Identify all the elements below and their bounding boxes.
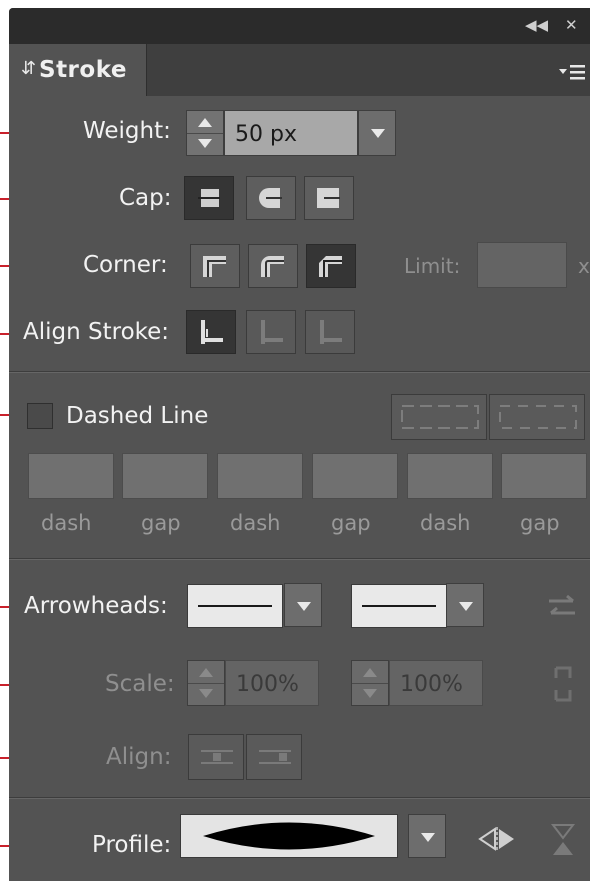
limit-label: Limit: <box>404 254 461 278</box>
swap-arrowheads-icon[interactable] <box>545 592 579 622</box>
align-stroke-inside-button[interactable] <box>246 310 296 354</box>
scale-label: Scale: <box>105 671 175 697</box>
dash-align-icon <box>499 405 577 429</box>
section-divider <box>9 371 590 373</box>
gap-field-label: gap <box>141 511 181 535</box>
align-outside-icon <box>320 320 342 344</box>
scale-start-stepper[interactable] <box>187 660 225 706</box>
panel-menu-icon[interactable] <box>558 64 586 82</box>
arrow-beyond-path-icon <box>201 750 233 764</box>
stepper-down-icon[interactable] <box>363 689 377 698</box>
limit-field[interactable] <box>477 242 567 288</box>
cap-projecting-button[interactable] <box>304 176 354 220</box>
cap-round-button[interactable] <box>246 176 296 220</box>
corner-bevel-button[interactable] <box>306 244 356 288</box>
align-stroke-center-button[interactable] <box>186 310 236 354</box>
chevron-down-icon <box>421 833 435 842</box>
arrowhead-start-select[interactable] <box>187 584 283 628</box>
gap-field-2[interactable] <box>312 453 398 499</box>
chevron-down-icon <box>371 129 385 138</box>
corner-round-button[interactable] <box>248 244 298 288</box>
stepper-down-icon[interactable] <box>199 689 213 698</box>
tab-stroke[interactable]: ⇵ Stroke <box>9 44 147 96</box>
scale-start-field[interactable]: 100% <box>225 660 319 706</box>
scale-end-value: 100% <box>400 672 463 697</box>
cap-label: Cap: <box>119 185 172 211</box>
profile-dropdown[interactable] <box>408 814 446 858</box>
align-inside-icon <box>261 320 283 344</box>
gap-field-3[interactable] <box>501 453 587 499</box>
limit-suffix: x <box>578 254 590 278</box>
scale-start-value: 100% <box>236 672 299 697</box>
corner-miter-button[interactable] <box>190 244 240 288</box>
dash-field-2[interactable] <box>217 453 303 499</box>
scale-end-stepper[interactable] <box>351 660 389 706</box>
tab-stroke-label: Stroke <box>39 57 127 83</box>
gap-field-label: gap <box>331 511 371 535</box>
dash-field-label: dash <box>230 511 281 535</box>
dash-align-corners-button[interactable] <box>489 394 585 440</box>
arrow-at-path-end-icon <box>259 750 291 764</box>
dash-exact-icon <box>401 405 479 429</box>
weight-label: Weight: <box>83 118 171 144</box>
flip-along-icon[interactable] <box>478 826 516 852</box>
dashed-line-checkbox[interactable] <box>27 403 53 429</box>
align-stroke-label: Align Stroke: <box>23 319 170 345</box>
bevel-join-icon <box>319 256 342 277</box>
corner-label: Corner: <box>83 252 168 278</box>
stepper-up-icon[interactable] <box>198 118 212 127</box>
dash-field-label: dash <box>41 511 92 535</box>
miter-join-icon <box>203 256 226 277</box>
profile-select[interactable] <box>180 814 398 858</box>
double-left-arrow-icon[interactable]: ◀◀ <box>525 16 548 34</box>
chevron-down-icon <box>297 602 311 611</box>
flip-across-icon[interactable] <box>550 822 576 858</box>
panel-title-bar: ◀◀ ✕ <box>9 8 590 44</box>
dash-preserve-exact-button[interactable] <box>391 394 487 440</box>
stepper-down-icon[interactable] <box>198 139 212 148</box>
round-cap-icon <box>259 188 282 208</box>
round-join-icon <box>261 256 284 277</box>
align-stroke-outside-button[interactable] <box>305 310 355 354</box>
arrowhead-end-select[interactable] <box>351 584 447 628</box>
butt-cap-icon <box>198 189 220 207</box>
projecting-cap-icon <box>317 188 340 208</box>
weight-dropdown-button[interactable] <box>358 110 396 156</box>
align-arrow-place-button[interactable] <box>246 734 302 780</box>
scale-end-field[interactable]: 100% <box>389 660 483 706</box>
align-label: Align: <box>106 744 172 770</box>
dash-field-3[interactable] <box>407 453 493 499</box>
dash-field-1[interactable] <box>28 453 114 499</box>
stepper-up-icon[interactable] <box>199 668 213 677</box>
arrowheads-label: Arrowheads: <box>24 593 168 619</box>
arrowhead-start-dropdown[interactable] <box>284 583 322 627</box>
updown-arrows-icon: ⇵ <box>21 58 37 78</box>
link-scale-icon[interactable] <box>550 664 576 704</box>
close-icon[interactable]: ✕ <box>565 16 578 34</box>
width-profile-preview <box>203 822 375 850</box>
section-divider <box>9 558 590 560</box>
weight-field[interactable]: 50 px <box>224 110 358 156</box>
gap-field-1[interactable] <box>122 453 208 499</box>
cap-butt-button[interactable] <box>184 176 234 220</box>
dashed-line-label: Dashed Line <box>66 403 209 429</box>
profile-label: Profile: <box>92 832 172 858</box>
gap-field-label: gap <box>520 511 560 535</box>
dash-field-label: dash <box>420 511 471 535</box>
align-center-icon <box>201 320 223 344</box>
tab-row: ⇵ Stroke <box>9 44 590 96</box>
section-divider <box>9 797 590 799</box>
chevron-down-icon <box>459 602 473 611</box>
stepper-up-icon[interactable] <box>363 668 377 677</box>
align-arrow-extend-button[interactable] <box>188 734 244 780</box>
weight-stepper[interactable] <box>186 110 224 156</box>
weight-value: 50 px <box>235 122 297 147</box>
arrowhead-end-dropdown[interactable] <box>446 583 484 627</box>
